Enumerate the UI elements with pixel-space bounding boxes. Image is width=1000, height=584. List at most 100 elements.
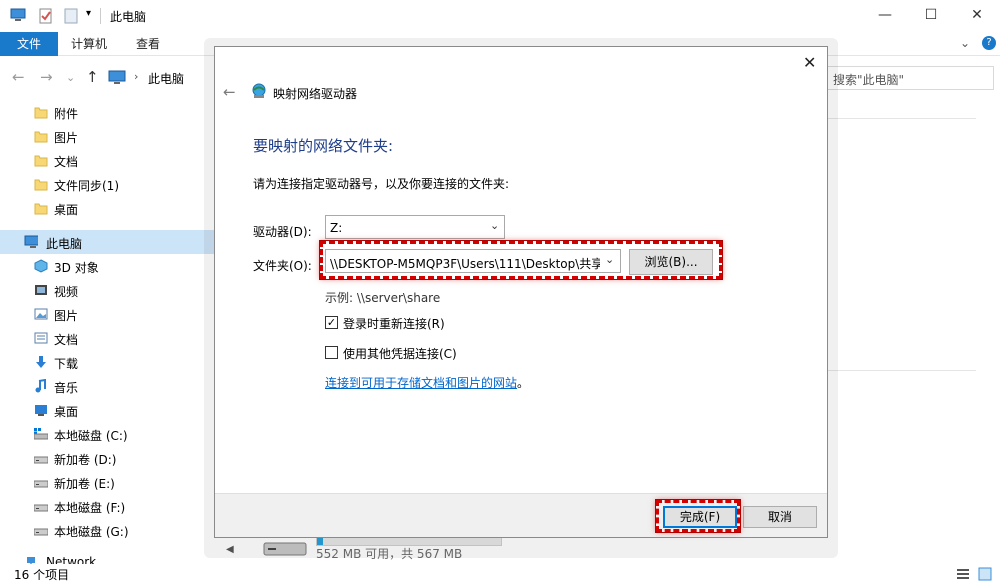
search-input[interactable]: 搜索"此电脑" bbox=[824, 66, 994, 90]
connect-website-link-text[interactable]: 连接到可用于存储文档和图片的网站 bbox=[325, 376, 517, 390]
drive-letter-value: Z: bbox=[330, 221, 343, 235]
sidebar-item-music[interactable]: 音乐 bbox=[0, 374, 214, 398]
dialog-close-button[interactable]: ✕ bbox=[803, 53, 816, 72]
drive-icon bbox=[34, 528, 48, 536]
sidebar-item-drive-f[interactable]: 本地磁盘 (F:) bbox=[0, 494, 214, 518]
sidebar-item-label: 本地磁盘 (G:) bbox=[54, 525, 129, 539]
music-icon bbox=[35, 379, 46, 393]
folder-icon bbox=[34, 179, 48, 191]
link-suffix: 。 bbox=[517, 376, 530, 390]
customize-qat-icon[interactable]: ▾ bbox=[86, 8, 91, 19]
dialog-title: 映射网络驱动器 bbox=[273, 87, 358, 101]
other-credentials-label: 使用其他凭据连接(C) bbox=[343, 347, 457, 361]
breadcrumb-this-pc[interactable]: 此电脑 bbox=[148, 70, 184, 87]
3d-objects-icon bbox=[34, 259, 48, 273]
properties-icon[interactable] bbox=[38, 8, 54, 24]
pictures-icon bbox=[34, 308, 48, 320]
sidebar-item-label: 桌面 bbox=[54, 203, 79, 217]
title-bar: ▾ 此电脑 — ☐ ✕ bbox=[0, 0, 1000, 32]
sidebar-item-file-sync[interactable]: 文件同步(1) bbox=[0, 172, 214, 196]
download-icon bbox=[36, 356, 46, 368]
network-drive-icon bbox=[252, 83, 266, 98]
drive-icon bbox=[34, 480, 48, 488]
drive-label: 驱动器(D): bbox=[253, 225, 312, 239]
folder-icon bbox=[34, 131, 48, 143]
sidebar-item-videos[interactable]: 视频 bbox=[0, 278, 214, 302]
dialog-back-button[interactable]: ← bbox=[223, 83, 236, 101]
highlight-folder-row bbox=[320, 241, 722, 279]
minimize-button[interactable]: — bbox=[862, 0, 908, 32]
network-icon bbox=[27, 557, 35, 564]
new-folder-icon[interactable] bbox=[64, 8, 78, 24]
sidebar-item-label: 文件同步(1) bbox=[54, 179, 119, 193]
sidebar-item-label: 音乐 bbox=[54, 381, 79, 395]
sidebar-item-documents[interactable]: 文档 bbox=[0, 326, 214, 350]
sidebar-item-pictures[interactable]: 图片 bbox=[0, 302, 214, 326]
item-count: 16 个项目 bbox=[14, 568, 70, 582]
tab-file[interactable]: 文件 bbox=[0, 32, 58, 56]
other-credentials-checkbox[interactable] bbox=[325, 346, 338, 359]
status-bar: 16 个项目 bbox=[0, 564, 1000, 584]
sidebar-item-drive-e[interactable]: 新加卷 (E:) bbox=[0, 470, 214, 494]
sidebar-item-desktop[interactable]: 桌面 bbox=[0, 398, 214, 422]
sidebar-item-label: 新加卷 (E:) bbox=[54, 477, 115, 491]
sidebar-item-label: 下载 bbox=[54, 357, 79, 371]
highlight-finish-button bbox=[656, 500, 740, 532]
connect-website-link[interactable]: 连接到可用于存储文档和图片的网站 bbox=[325, 374, 517, 391]
ribbon-collapse-icon[interactable]: ⌄ bbox=[960, 36, 970, 50]
drive-icon bbox=[34, 456, 48, 464]
sidebar-item-downloads[interactable]: 下载 bbox=[0, 350, 214, 374]
maximize-button[interactable]: ☐ bbox=[908, 0, 954, 32]
reconnect-checkbox[interactable]: ✓ bbox=[325, 316, 338, 329]
sidebar-item-drive-d[interactable]: 新加卷 (D:) bbox=[0, 446, 214, 470]
forward-button[interactable]: → bbox=[40, 68, 53, 86]
dialog-description: 请为连接指定驱动器号，以及你要连接的文件夹: bbox=[253, 177, 510, 191]
folder-icon bbox=[34, 155, 48, 167]
vertical-scrollbar[interactable] bbox=[980, 98, 1000, 564]
tiles-view-icon[interactable] bbox=[978, 567, 992, 581]
recent-locations-button[interactable]: ⌄ bbox=[66, 71, 75, 84]
drive-letter-select[interactable]: Z: ⌄ bbox=[325, 215, 505, 239]
sidebar-item-attachments[interactable]: 附件 bbox=[0, 100, 214, 124]
sidebar-item-pictures-quick[interactable]: 图片 bbox=[0, 124, 214, 148]
sidebar-item-label: Network bbox=[46, 555, 97, 564]
video-icon bbox=[35, 285, 47, 295]
sidebar-item-drive-g[interactable]: 本地磁盘 (G:) bbox=[0, 518, 214, 542]
sidebar-item-label: 此电脑 bbox=[46, 237, 83, 251]
folder-icon bbox=[34, 107, 48, 119]
sidebar-item-documents-quick[interactable]: 文档 bbox=[0, 148, 214, 172]
up-button[interactable]: ↑ bbox=[86, 68, 99, 86]
dialog-heading: 要映射的网络文件夹: bbox=[253, 137, 394, 155]
computer-icon[interactable] bbox=[10, 8, 26, 22]
window-title: 此电脑 bbox=[110, 10, 147, 24]
sidebar-item-label: 图片 bbox=[54, 131, 79, 145]
close-button[interactable]: ✕ bbox=[954, 0, 1000, 32]
example-hint: 示例: \\server\share bbox=[325, 291, 441, 305]
sidebar-item-label: 3D 对象 bbox=[54, 261, 99, 275]
drive-icon bbox=[34, 428, 48, 440]
sidebar-item-desktop-quick[interactable]: 桌面 bbox=[0, 196, 214, 220]
tab-view[interactable]: 查看 bbox=[136, 32, 160, 56]
sidebar-item-label: 桌面 bbox=[54, 405, 79, 419]
sidebar-item-3d-objects[interactable]: 3D 对象 bbox=[0, 254, 214, 278]
desktop-icon bbox=[35, 405, 47, 416]
sidebar-item-label: 本地磁盘 (F:) bbox=[54, 501, 126, 515]
computer-icon bbox=[108, 70, 126, 84]
navigation-pane: 附件 图片 文档 文件同步(1) 桌面 此电脑 3D 对象 视频 图片 文档 下… bbox=[0, 98, 214, 564]
cancel-button[interactable]: 取消 bbox=[743, 506, 817, 528]
sidebar-item-label: 本地磁盘 (C:) bbox=[54, 429, 128, 443]
sidebar-item-drive-c[interactable]: 本地磁盘 (C:) bbox=[0, 422, 214, 446]
sidebar-item-this-pc[interactable]: 此电脑 bbox=[0, 230, 214, 254]
title-divider bbox=[100, 8, 101, 24]
details-view-icon[interactable] bbox=[956, 567, 970, 581]
search-placeholder: 搜索"此电脑" bbox=[833, 73, 905, 87]
tab-computer[interactable]: 计算机 bbox=[71, 32, 107, 56]
chevron-down-icon: ⌄ bbox=[490, 219, 500, 232]
drive-icon bbox=[34, 504, 48, 512]
sidebar-item-network[interactable]: Network bbox=[0, 550, 214, 564]
map-network-drive-dialog: ✕ ← 映射网络驱动器 要映射的网络文件夹: 请为连接指定驱动器号，以及你要连接… bbox=[214, 46, 828, 538]
help-icon[interactable]: ? bbox=[982, 36, 996, 50]
back-button[interactable]: ← bbox=[12, 68, 25, 86]
breadcrumb-separator: › bbox=[134, 70, 139, 83]
reconnect-label: 登录时重新连接(R) bbox=[343, 317, 445, 331]
